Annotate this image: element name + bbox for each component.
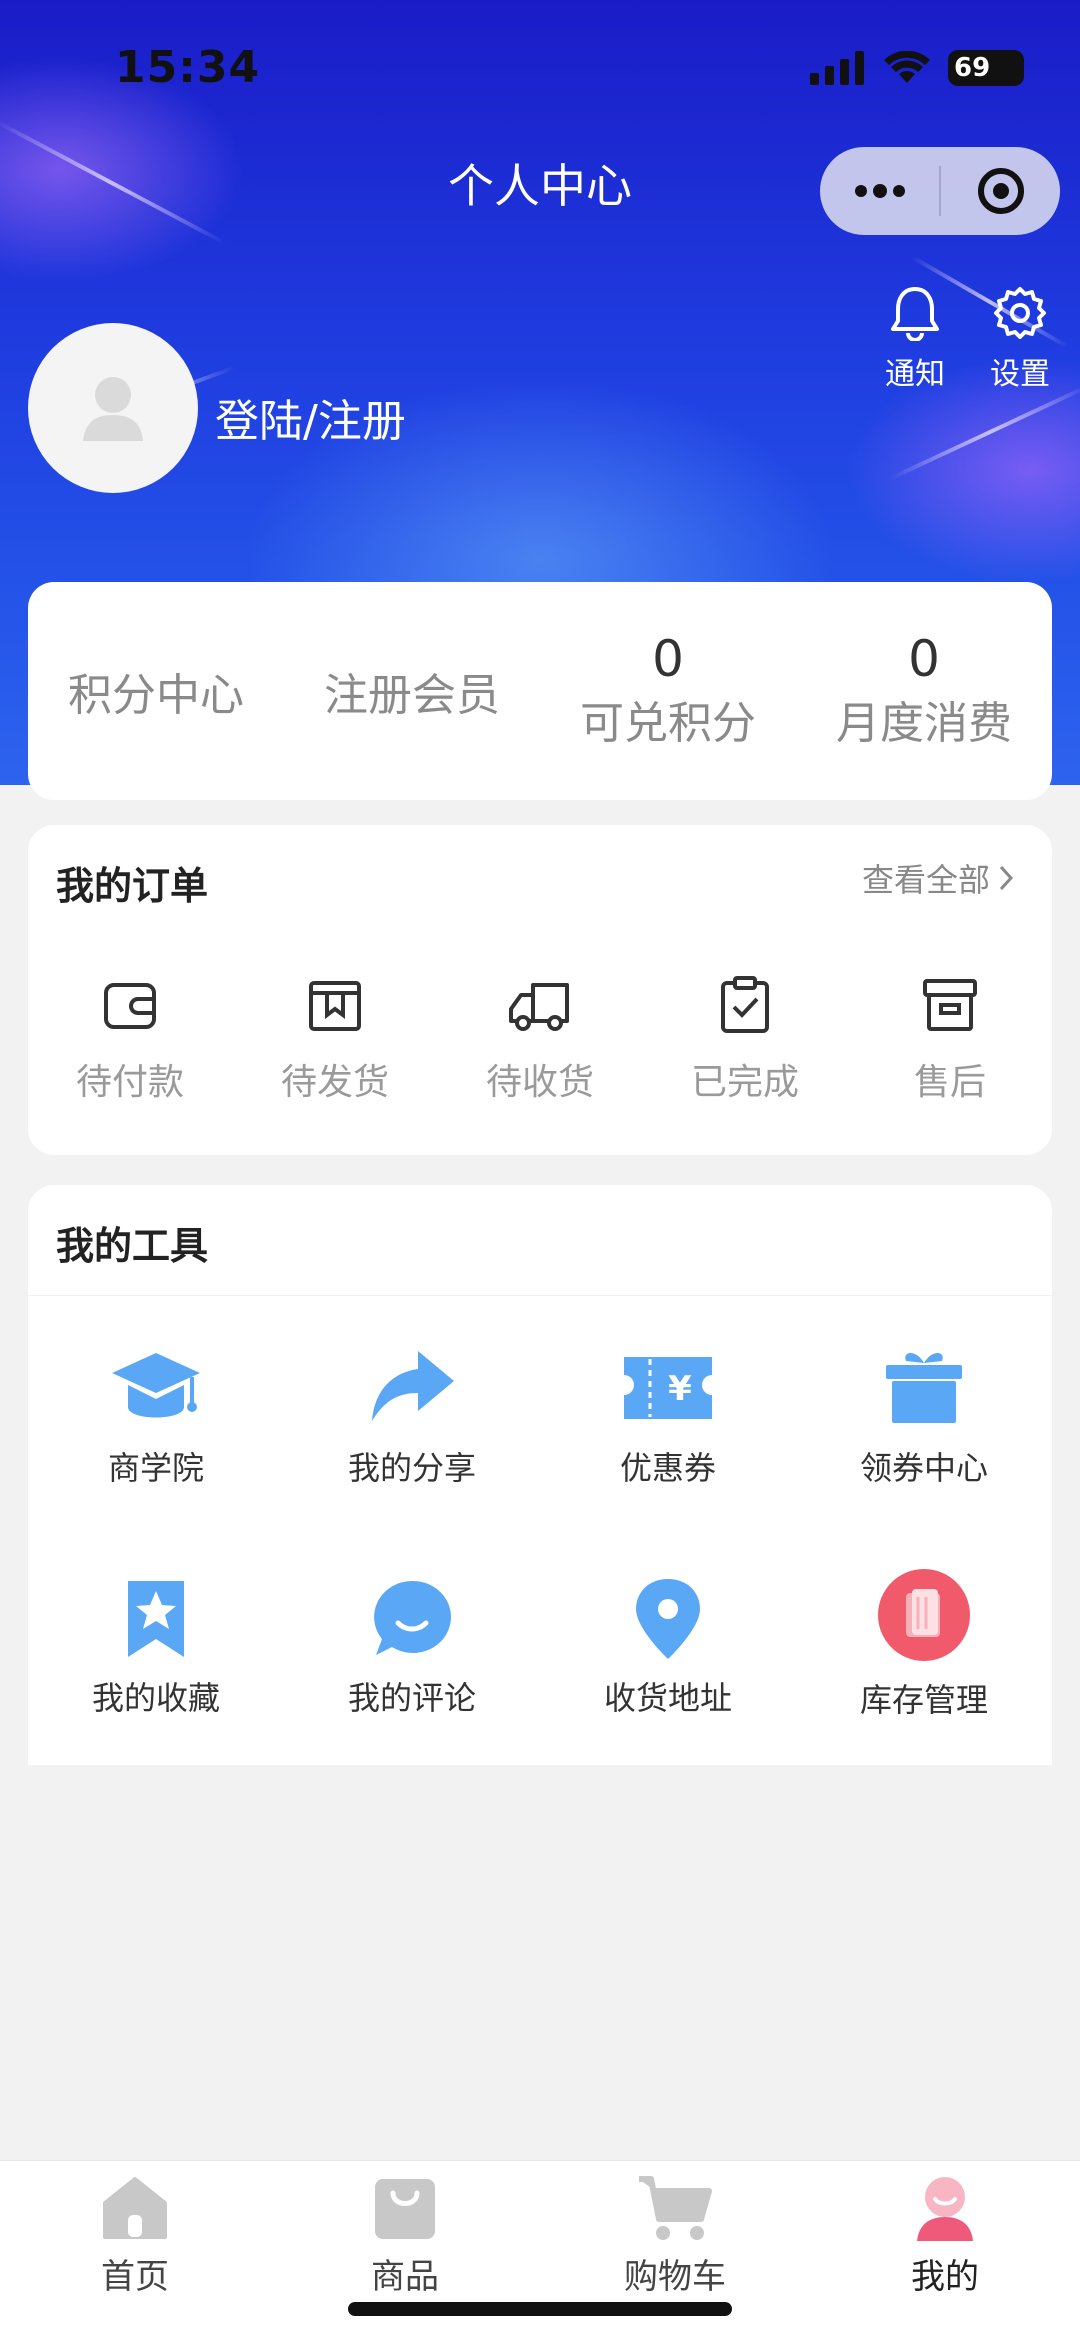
order-after-sales[interactable]: 售后 [848, 975, 1052, 1105]
status-icons: 69 [810, 50, 1024, 86]
tab-label: 购物车 [624, 2257, 726, 2297]
tool-label: 商学院 [107, 1449, 204, 1487]
order-item-label: 已完成 [690, 1062, 799, 1103]
order-pending-receipt[interactable]: 待收货 [438, 975, 642, 1105]
order-item-label: 待收货 [485, 1062, 594, 1103]
tool-shipping-address[interactable]: 收货地址 [540, 1575, 796, 1719]
orders-title: 我的订单 [56, 864, 209, 908]
shopping-bag-icon [375, 2179, 435, 2239]
login-register-link[interactable]: 登陆/注册 [215, 385, 406, 449]
tool-my-comments[interactable]: 我的评论 [284, 1575, 540, 1719]
default-user-icon [83, 377, 143, 441]
tab-label: 首页 [101, 2257, 169, 2297]
my-orders-card: 我的订单 查看全部 待付款 待发货 待收货 已完成 售后 [28, 825, 1052, 1155]
divider [28, 1295, 1052, 1296]
tool-inventory[interactable]: 库存管理 [796, 1569, 1052, 1721]
points-center-button[interactable]: 积分中心 [28, 582, 284, 800]
clipboard-check-icon [721, 976, 769, 1033]
location-pin-icon [636, 1579, 700, 1659]
tab-mine[interactable]: 我的 [810, 2171, 1080, 2298]
tool-label: 收货地址 [603, 1679, 732, 1717]
order-item-label: 售后 [913, 1062, 986, 1103]
truck-icon [509, 983, 569, 1031]
notify-label: 通知 [885, 357, 945, 392]
tool-label: 优惠券 [619, 1449, 716, 1487]
more-button[interactable] [820, 147, 939, 235]
status-time: 15:34 [115, 42, 261, 93]
tool-my-share[interactable]: 我的分享 [284, 1345, 540, 1489]
light-ray [889, 383, 1080, 481]
redeemable-points[interactable]: 0 可兑积分 [540, 582, 796, 800]
order-pending-shipment[interactable]: 待发货 [233, 975, 437, 1105]
register-member-button[interactable]: 注册会员 [284, 582, 540, 800]
view-all-label: 查看全部 [861, 861, 990, 899]
tool-favorites[interactable]: 我的收藏 [28, 1575, 284, 1719]
signal-icon [810, 51, 864, 85]
redeemable-points-value: 0 [652, 629, 684, 688]
target-close-icon [977, 168, 1024, 214]
star-bookmark-icon [128, 1581, 184, 1657]
settings-button[interactable]: 设置 [970, 285, 1070, 393]
graduation-cap-icon [112, 1353, 200, 1418]
avatar[interactable] [28, 323, 198, 493]
archive-icon [923, 979, 977, 1031]
view-all-orders-link[interactable]: 查看全部 [862, 855, 1014, 901]
monthly-spend-value: 0 [908, 629, 940, 688]
svg-text:¥: ¥ [668, 1369, 692, 1409]
profile-icon [917, 2177, 973, 2241]
tool-coupons[interactable]: ¥ 优惠券 [540, 1345, 796, 1489]
tool-label: 我的评论 [347, 1679, 476, 1717]
tab-cart[interactable]: 购物车 [540, 2171, 810, 2298]
my-tools-card: 我的工具 商学院 我的分享 ¥ 优惠券 领券中心 我的收藏 我的评论 收货地址 … [28, 1185, 1052, 1765]
monthly-spend[interactable]: 0 月度消费 [796, 582, 1052, 800]
register-member-label: 注册会员 [324, 670, 500, 721]
tool-business-school[interactable]: 商学院 [28, 1345, 284, 1489]
inventory-icon [878, 1569, 970, 1661]
share-arrow-icon [372, 1351, 454, 1421]
home-icon [103, 2177, 167, 2239]
tool-label: 我的收藏 [91, 1679, 220, 1717]
tool-label: 我的分享 [347, 1449, 476, 1487]
wallet-icon [104, 983, 156, 1029]
gift-icon [886, 1353, 962, 1423]
comment-bubble-icon [374, 1580, 451, 1655]
battery-level: 69 [954, 53, 991, 83]
close-miniprogram-button[interactable] [941, 147, 1060, 235]
redeemable-points-label: 可兑积分 [580, 697, 756, 749]
tool-coupon-center[interactable]: 领券中心 [796, 1345, 1052, 1489]
tab-home[interactable]: 首页 [0, 2171, 270, 2298]
tool-label: 领券中心 [859, 1449, 988, 1487]
notify-button[interactable]: 通知 [865, 285, 965, 393]
stats-card: 积分中心 注册会员 0 可兑积分 0 月度消费 [28, 582, 1052, 800]
settings-label: 设置 [990, 357, 1050, 392]
cart-icon [639, 2176, 712, 2240]
chevron-right-icon [999, 865, 1014, 891]
tab-label: 我的 [911, 2257, 979, 2297]
home-indicator [348, 2302, 732, 2316]
wifi-icon [884, 51, 930, 83]
gear-icon [994, 287, 1046, 339]
box-icon [309, 981, 361, 1031]
miniprogram-capsule [820, 147, 1060, 235]
order-item-label: 待付款 [75, 1062, 184, 1103]
tool-label: 库存管理 [859, 1681, 988, 1719]
order-completed[interactable]: 已完成 [643, 975, 847, 1105]
battery-indicator: 69 [948, 50, 1024, 86]
monthly-spend-label: 月度消费 [836, 697, 1012, 749]
tab-products[interactable]: 商品 [270, 2171, 540, 2298]
coupon-icon: ¥ [624, 1357, 712, 1419]
tab-label: 商品 [371, 2257, 439, 2297]
bell-icon [891, 287, 939, 342]
order-item-label: 待发货 [280, 1062, 389, 1103]
points-center-label: 积分中心 [68, 670, 244, 721]
more-dots-icon [854, 184, 905, 198]
tools-title: 我的工具 [56, 1224, 209, 1268]
order-pending-payment[interactable]: 待付款 [28, 975, 232, 1105]
